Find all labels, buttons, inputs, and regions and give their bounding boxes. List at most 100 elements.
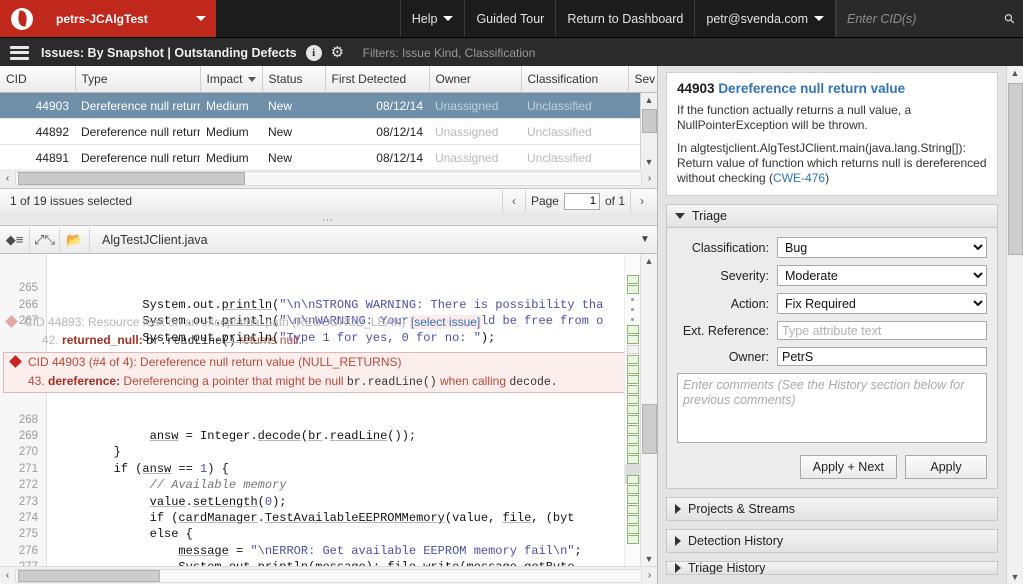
active-defect-title: CID 44903 (#4 of 4): Dereference null re… xyxy=(28,355,402,370)
code-line: 271 // Available memory xyxy=(0,444,657,492)
scroll-left-icon[interactable]: ‹ xyxy=(0,173,15,184)
account-menu[interactable]: petr@svenda.com xyxy=(694,0,836,37)
column-header-impact[interactable]: Impact xyxy=(200,66,263,93)
active-defect-event-box[interactable]: CID 44903 (#4 of 4): Dereference null re… xyxy=(3,352,654,394)
code-scroll-region[interactable]: System.out.println("Hey! Do you want to … xyxy=(0,254,657,566)
scrollbar-thumb[interactable] xyxy=(642,109,657,133)
cid-search-box[interactable]: ⚲ xyxy=(836,0,1023,37)
scroll-down-icon[interactable]: ▼ xyxy=(641,552,657,566)
cid-search-input[interactable] xyxy=(845,10,1002,27)
minimap-block xyxy=(626,394,639,404)
event-tag: dereference: xyxy=(48,374,121,389)
apply-next-button[interactable]: Apply + Next xyxy=(799,455,897,479)
cell-owner: Unassigned xyxy=(429,118,521,145)
scroll-up-icon[interactable]: ▲ xyxy=(1007,66,1023,80)
code-line: 266 System.out.println("\n\nWARNING: You… xyxy=(0,280,657,328)
column-header-severity[interactable]: Sev xyxy=(628,66,659,93)
code-line: 276 System.out.println(message); file.wr… xyxy=(0,526,657,566)
defect-paragraph-2-text: In algtestjclient.AlgTestJClient.main(ja… xyxy=(677,141,987,185)
event-code-2: decode. xyxy=(509,376,558,390)
search-icon[interactable]: ⚲ xyxy=(1001,9,1019,27)
cell-impact: Medium xyxy=(200,118,262,145)
folder-icon[interactable]: 📂 xyxy=(60,226,90,253)
scrollbar-track[interactable] xyxy=(15,568,642,583)
detection-history-section-header[interactable]: Detection History xyxy=(666,529,998,553)
guided-tour-link[interactable]: Guided Tour xyxy=(464,0,555,37)
table-header-row: CID Type Impact Status First Detected Ow… xyxy=(0,66,659,93)
code-line: 270 if (answ == 1) { xyxy=(0,428,657,475)
classification-select[interactable]: Bug xyxy=(777,237,987,258)
column-header-owner[interactable]: Owner xyxy=(429,66,522,93)
other-defect-event[interactable]: CID 44893: Resource leak on an exception… xyxy=(0,313,657,332)
minimap-block xyxy=(626,454,639,464)
minimap-block xyxy=(626,444,639,454)
code-vertical-scrollbar[interactable]: ▲ ▼ xyxy=(640,254,657,566)
code-minimap[interactable] xyxy=(624,254,640,566)
apply-button[interactable]: Apply xyxy=(905,455,987,479)
pagination-controls: ‹ Page of 1 › xyxy=(501,189,653,213)
ext-reference-input[interactable] xyxy=(777,321,987,340)
column-header-first-detected[interactable]: First Detected xyxy=(325,66,430,93)
scroll-down-icon[interactable]: ▼ xyxy=(1007,570,1023,584)
scroll-down-icon[interactable]: ▼ xyxy=(641,155,657,169)
projects-streams-section-header[interactable]: Projects & Streams xyxy=(666,497,998,521)
minimap-block xyxy=(626,324,639,334)
table-row[interactable]: 44892 Dereference null return Medium New… xyxy=(0,118,658,145)
comments-textarea[interactable] xyxy=(677,373,987,443)
column-header-status[interactable]: Status xyxy=(262,66,326,93)
help-menu[interactable]: Help xyxy=(399,0,465,37)
info-icon[interactable]: i xyxy=(305,44,322,61)
chevron-down-icon[interactable]: ▼ xyxy=(633,234,657,245)
action-select[interactable]: Fix Required xyxy=(777,293,987,314)
scroll-right-icon[interactable]: › xyxy=(642,570,657,581)
hamburger-menu-icon[interactable] xyxy=(10,45,29,60)
next-page-button[interactable]: › xyxy=(630,189,653,213)
triage-pane-scrollbar[interactable]: ▲ ▼ xyxy=(1006,66,1023,584)
code-line: 269 } xyxy=(0,412,657,459)
scrollbar-thumb[interactable] xyxy=(1008,83,1023,255)
column-header-cid[interactable]: CID xyxy=(0,66,76,93)
issues-table: CID Type Impact Status First Detected Ow… xyxy=(0,66,659,171)
table-row[interactable]: 44891 Dereference null return Medium New… xyxy=(0,144,658,171)
fullscreen-icon[interactable]: ⤢⤡ xyxy=(30,226,60,253)
show-events-icon[interactable]: ◆≡ xyxy=(0,226,30,253)
triage-section-header[interactable]: Triage xyxy=(666,204,998,228)
table-vertical-scrollbar[interactable]: ▲ ▼ xyxy=(640,93,657,169)
scrollbar-track[interactable] xyxy=(15,171,642,186)
cwe-link[interactable]: CWE-476 xyxy=(773,171,825,185)
cell-cid: 44891 xyxy=(0,144,75,171)
severity-select[interactable]: Moderate xyxy=(777,265,987,286)
code-line: 268 answ = Integer.decode(br.readLine())… xyxy=(0,395,657,443)
topbar-links: Help Guided Tour Return to Dashboard pet… xyxy=(399,0,836,37)
code-line: 274 else { xyxy=(0,494,657,541)
cell-first-detected: 08/12/14 xyxy=(325,92,429,119)
cell-status: New xyxy=(262,118,325,145)
event-code-1: br.readLine() xyxy=(346,376,437,390)
scrollbar-thumb[interactable] xyxy=(18,172,245,185)
triage-history-label: Triage History xyxy=(688,561,766,575)
scroll-up-icon[interactable]: ▲ xyxy=(641,254,657,268)
scroll-up-icon[interactable]: ▲ xyxy=(641,93,657,107)
owner-input[interactable] xyxy=(777,347,987,366)
scrollbar-thumb[interactable] xyxy=(18,569,160,582)
column-header-classification[interactable]: Classification xyxy=(521,66,629,93)
gear-icon[interactable]: ⚙ xyxy=(331,45,347,61)
table-row[interactable]: 44903 Dereference null return Medium New… xyxy=(0,92,658,119)
column-header-type[interactable]: Type xyxy=(75,66,201,93)
minimap-block xyxy=(626,404,639,414)
code-horizontal-scrollbar[interactable]: ‹ › xyxy=(0,566,657,584)
prev-page-button[interactable]: ‹ xyxy=(501,189,525,213)
select-issue-link[interactable]: [select issue] xyxy=(408,315,483,330)
minimap-block xyxy=(626,524,639,534)
scrollbar-thumb[interactable] xyxy=(642,404,657,454)
pane-resize-handle[interactable]: ⋯ xyxy=(0,213,657,226)
triage-history-section-header[interactable]: Triage History xyxy=(666,561,998,575)
scroll-right-icon[interactable]: › xyxy=(642,173,657,184)
page-number-input[interactable] xyxy=(563,192,600,210)
scroll-left-icon[interactable]: ‹ xyxy=(0,570,15,581)
cell-classification: Unclassified xyxy=(521,118,628,145)
project-selector[interactable]: petrs-JCAlgTest xyxy=(44,0,216,37)
return-to-dashboard-link[interactable]: Return to Dashboard xyxy=(555,0,694,37)
table-horizontal-scrollbar[interactable]: ‹ › xyxy=(0,169,657,189)
projects-streams-label: Projects & Streams xyxy=(688,502,795,516)
